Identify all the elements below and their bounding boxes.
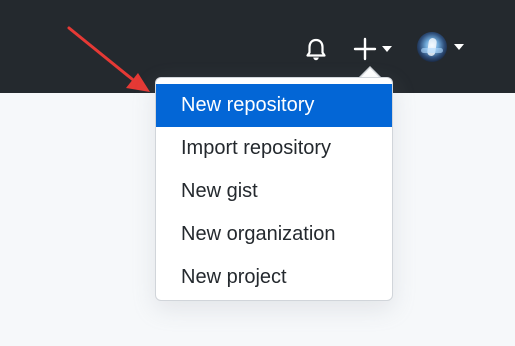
menu-item-new-organization[interactable]: New organization — [156, 213, 392, 256]
plus-icon — [353, 37, 377, 61]
avatar — [417, 32, 447, 62]
menu-item-import-repository[interactable]: Import repository — [156, 127, 392, 170]
bell-icon — [306, 38, 326, 61]
user-menu-button[interactable] — [415, 30, 471, 66]
menu-item-new-gist[interactable]: New gist — [156, 170, 392, 213]
caret-down-icon — [382, 46, 392, 52]
create-new-menu-button[interactable] — [350, 34, 398, 64]
create-new-dropdown: New repository Import repository New gis… — [155, 77, 393, 301]
notifications-button[interactable] — [302, 36, 330, 64]
menu-item-new-repository[interactable]: New repository — [156, 84, 392, 127]
caret-down-icon — [454, 44, 464, 50]
menu-item-new-project[interactable]: New project — [156, 256, 392, 299]
